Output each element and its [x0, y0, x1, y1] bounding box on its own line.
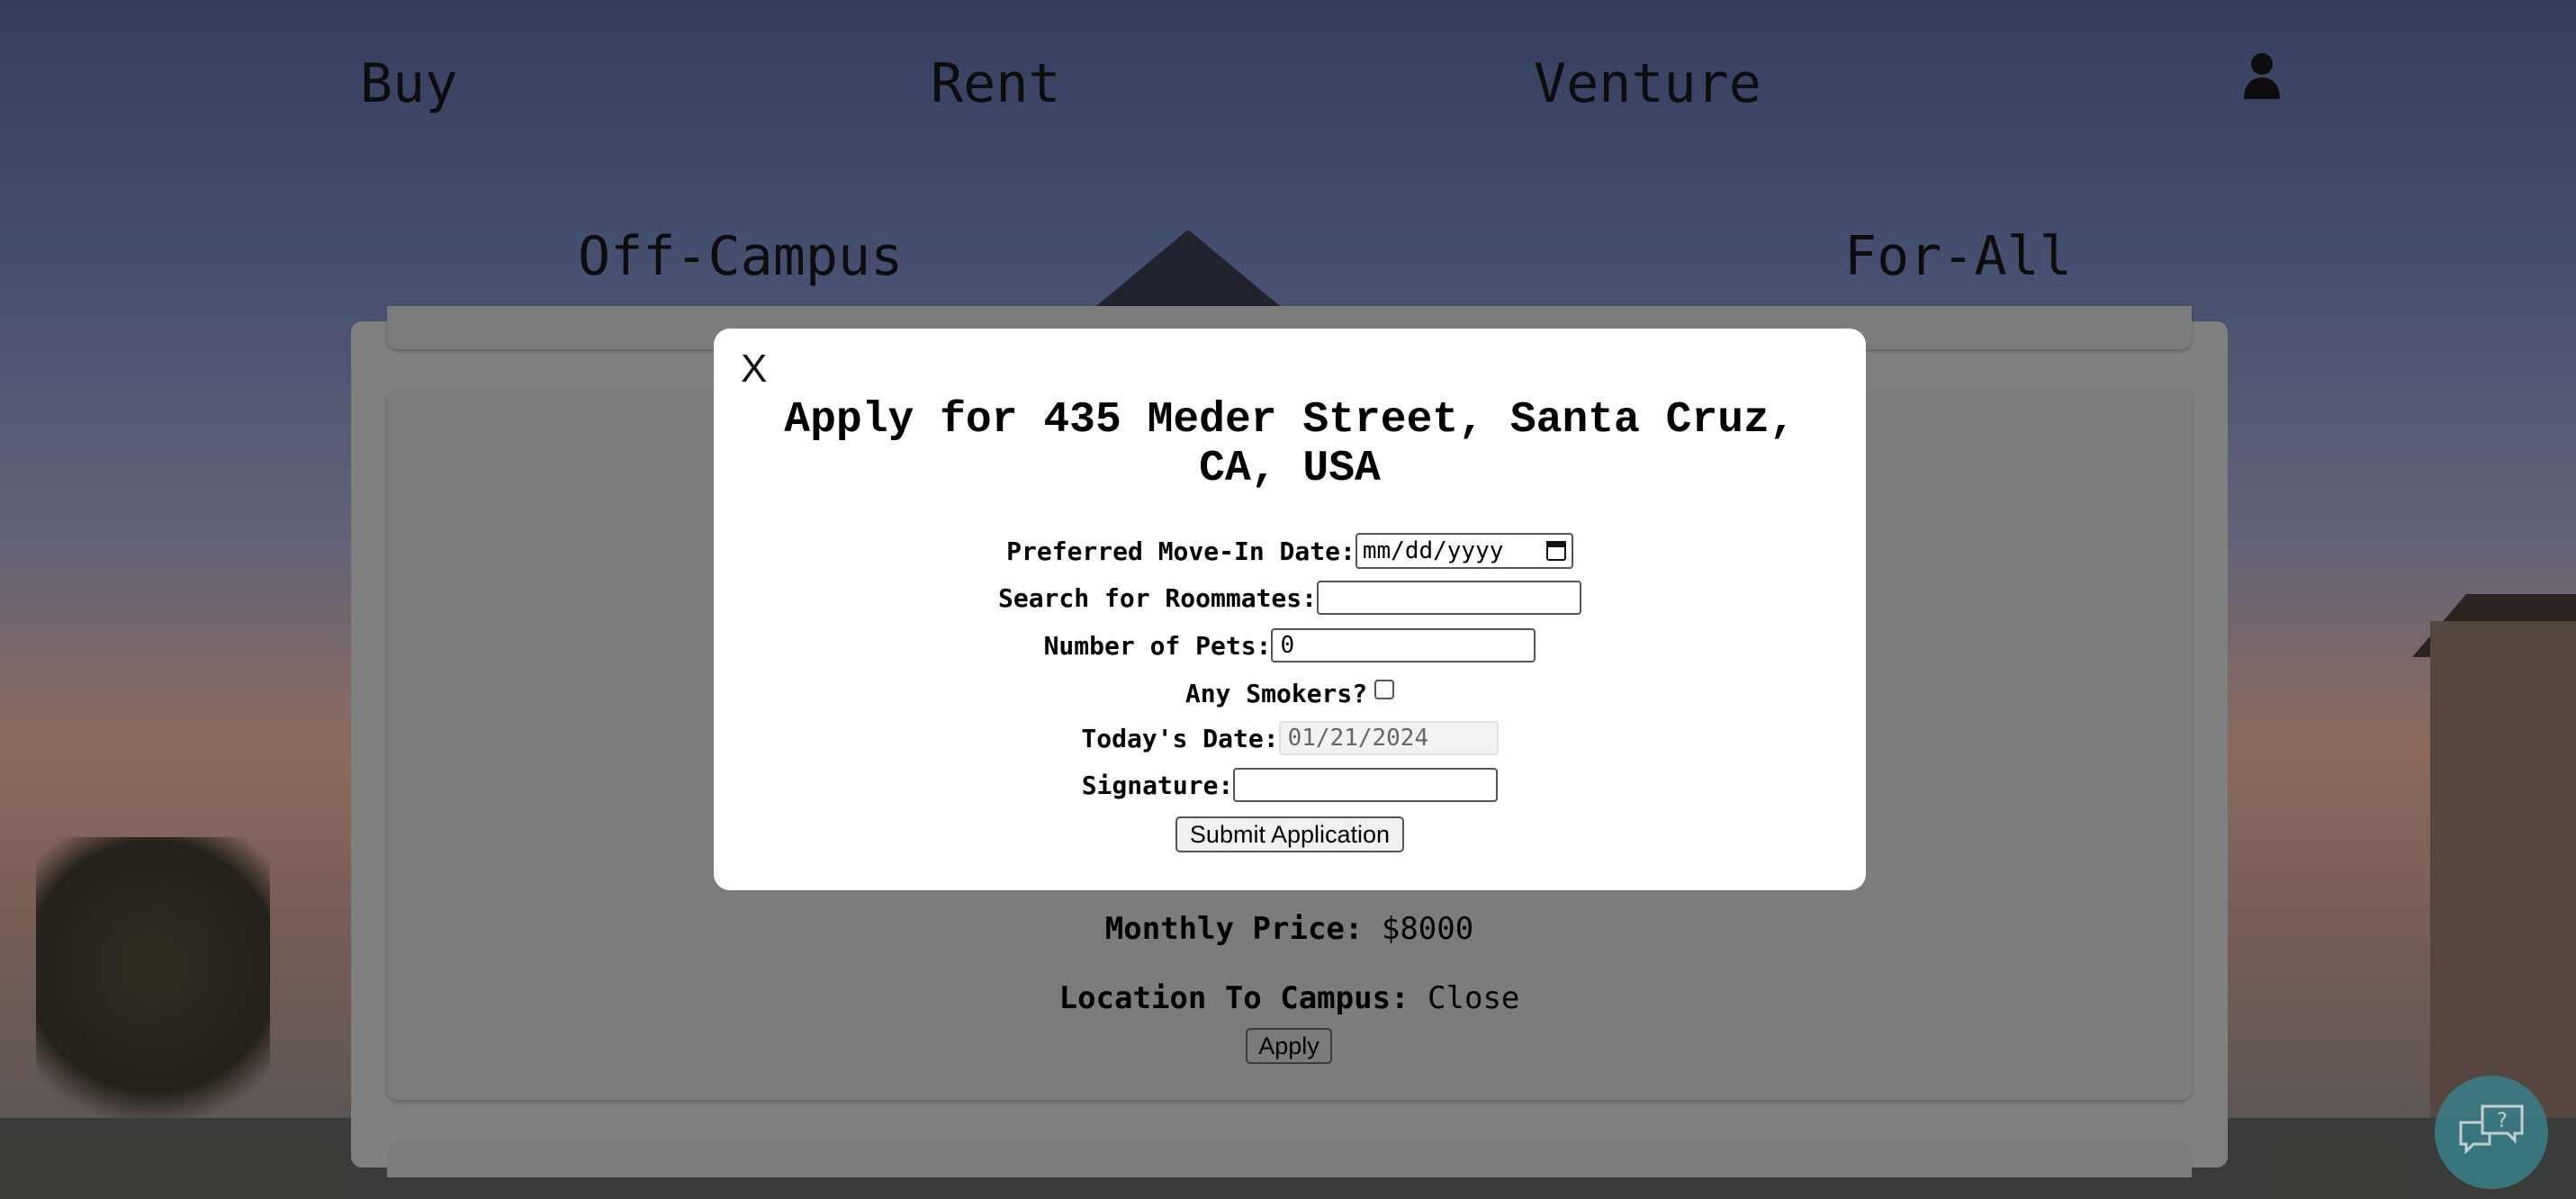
- monthly-price-value: $8000: [1381, 911, 1474, 947]
- today-date-label: Today's Date:: [1081, 723, 1279, 753]
- location-to-campus: Location To Campus: Close: [387, 980, 2192, 1016]
- signature-label: Signature:: [1081, 770, 1234, 800]
- smokers-row: Any Smokers?: [714, 679, 1866, 708]
- pets-label: Number of Pets:: [1043, 630, 1272, 661]
- today-date-input: [1278, 721, 1499, 755]
- location-value: Close: [1428, 980, 1520, 1016]
- signature-input[interactable]: [1233, 768, 1499, 802]
- pets-input[interactable]: [1271, 628, 1536, 663]
- roommates-label: Search for Roommates:: [997, 582, 1317, 613]
- move-in-row: Preferred Move-In Date: mm/dd/yyyy: [714, 533, 1866, 569]
- chat-help-icon: ?: [2459, 1104, 2524, 1155]
- move-in-date-input[interactable]: mm/dd/yyyy: [1355, 533, 1573, 569]
- application-modal: X Apply for 435 Meder Street, Santa Cruz…: [714, 329, 1866, 890]
- calendar-icon[interactable]: [1545, 541, 1566, 561]
- svg-text:?: ?: [2497, 1110, 2508, 1132]
- chat-help-button[interactable]: ?: [2435, 1076, 2548, 1189]
- smokers-label: Any Smokers?: [1184, 679, 1368, 708]
- move-in-label: Preferred Move-In Date:: [1006, 536, 1356, 566]
- roommates-input[interactable]: [1317, 581, 1581, 615]
- signature-row: Signature:: [714, 768, 1866, 802]
- roommates-row: Search for Roommates:: [714, 581, 1866, 615]
- monthly-price-label: Monthly Price:: [1104, 911, 1364, 947]
- move-in-placeholder: mm/dd/yyyy: [1362, 537, 1504, 564]
- submit-application-button[interactable]: Submit Application: [1175, 816, 1405, 852]
- smokers-checkbox[interactable]: [1374, 679, 1395, 699]
- modal-title: Apply for 435 Meder Street, Santa Cruz, …: [784, 396, 1796, 493]
- close-modal-button[interactable]: X: [741, 347, 767, 392]
- apply-button[interactable]: Apply: [1246, 1028, 1332, 1064]
- listing-card-next: [387, 1141, 2192, 1177]
- today-date-row: Today's Date:: [714, 721, 1866, 755]
- location-label: Location To Campus:: [1058, 980, 1410, 1016]
- pets-row: Number of Pets:: [714, 628, 1866, 663]
- monthly-price: Monthly Price: $8000: [387, 911, 2192, 947]
- submit-row: Submit Application: [714, 816, 1866, 852]
